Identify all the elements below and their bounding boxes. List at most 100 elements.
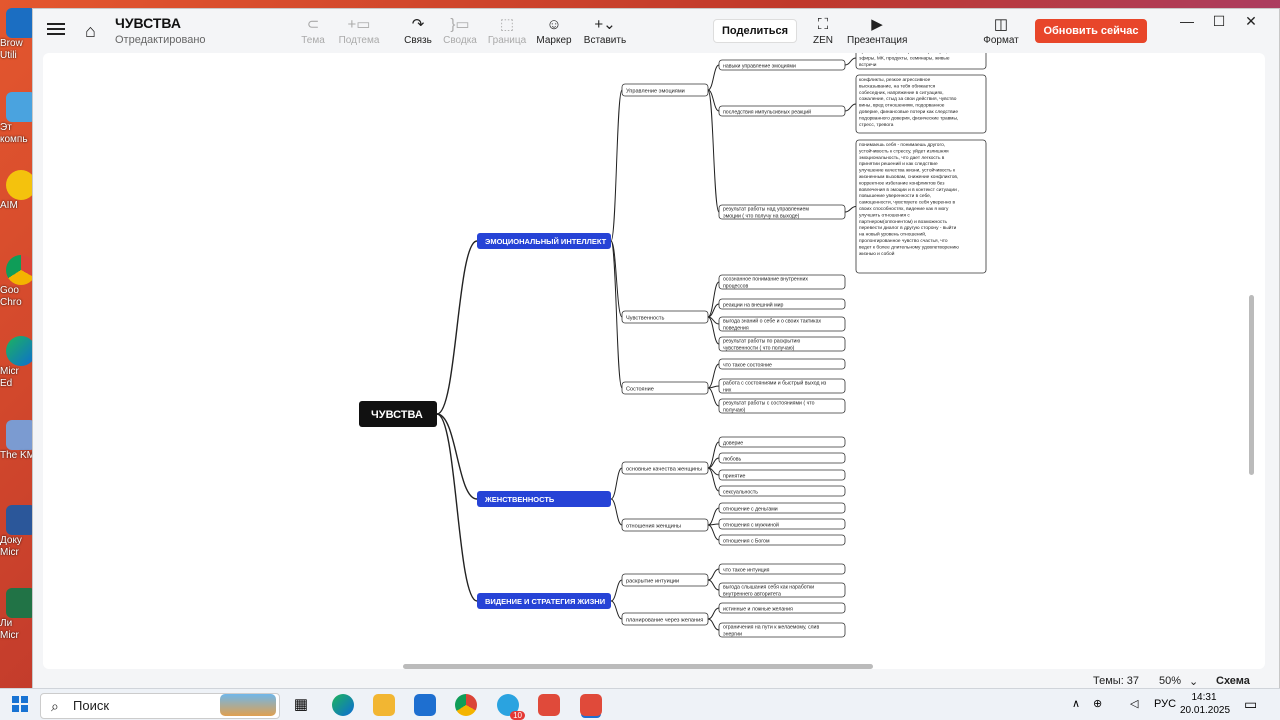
leaf-topic-label: чувственности ( что получаю) — [723, 345, 795, 351]
window-controls: — ☐ ✕ — [1171, 13, 1267, 30]
desktop-icon-label: Ли — [0, 618, 13, 629]
search-highlight-image[interactable] — [220, 694, 276, 716]
note-topic-label: улучшить отношения с — [859, 213, 910, 218]
subtopic-label: основные качества женщины — [626, 467, 702, 473]
presentation-label: Презентация — [847, 35, 908, 46]
branch-topic-label: ВИДЕНИЕ И СТРАТЕГИЯ ЖИЗНИ — [485, 597, 605, 606]
share-button[interactable]: Поделиться — [713, 19, 797, 43]
connector-line — [707, 363, 720, 389]
note-topic-label: конфликты, резкое агрессивное — [859, 77, 931, 83]
vertical-scrollbar[interactable] — [1249, 295, 1254, 475]
leaf-topic-label: последствия импульсивных реакций — [723, 109, 811, 116]
note-topic-label: вовлечения в эмоции и в контекст ситуаци… — [859, 188, 959, 193]
leaf-topic-label: эмоции ( что получу на выходе) — [723, 213, 800, 219]
note-topic-label: практики, статьи, конкретные примеры, — [859, 53, 947, 55]
connector-line — [436, 413, 478, 500]
notifications-icon[interactable]: ▭ — [1244, 696, 1257, 713]
clock-time: 14:31 — [1191, 692, 1217, 703]
maximize-icon[interactable]: ☐ — [1203, 13, 1235, 30]
connector-line — [610, 600, 623, 620]
mail-icon[interactable] — [414, 694, 436, 716]
note-topic-label: понимаешь себя - понимаешь другого, — [859, 142, 945, 148]
desktop-icon-excel[interactable]: Ли Micr — [0, 588, 36, 642]
network-icon[interactable]: ⊕ — [1093, 697, 1102, 710]
mindmap[interactable]: ЧУВСТВА ЭМОЦИОНАЛЬНЫЙ ИНТЕЛЛЕКТ Управление… — [43, 53, 1265, 669]
xmind-active-icon[interactable] — [580, 694, 602, 716]
desktop-icon-the-km[interactable]: The KM — [0, 420, 36, 462]
windows-start-icon[interactable] — [12, 696, 28, 712]
mindmap-canvas[interactable]: ЧУВСТВА ЭМОЦИОНАЛЬНЫЙ ИНТЕЛЛЕКТ Управление… — [43, 53, 1265, 669]
presentation-button[interactable]: ▶ Презентация — [847, 15, 907, 46]
zen-label: ZEN — [813, 35, 833, 46]
desktop-icon-word[interactable]: Доку Micr — [0, 505, 36, 559]
xmind-icon[interactable] — [538, 694, 560, 716]
desktop-icon-label: Utili — [0, 50, 17, 61]
note-topic-label: сожаление, стыд за свои действия, чувств… — [859, 95, 957, 102]
clock-date: 20.01.2025 — [1180, 705, 1231, 716]
connector-line — [436, 240, 478, 415]
desktop-icon-label: Micr — [0, 630, 19, 641]
note-topic-label: эмоциональность, что дает легкость в — [859, 156, 945, 161]
root-topic-label: ЧУВСТВА — [371, 409, 423, 421]
leaf-topic-label: отношения с мужчиной — [723, 522, 779, 529]
connector-line — [610, 498, 623, 526]
minimize-icon[interactable]: — — [1171, 13, 1203, 29]
note-topic-label: доверие, финансовые потери как следствие — [859, 109, 958, 115]
chevron-up-icon[interactable]: ∧ — [1072, 697, 1080, 710]
desktop-icon-strip: Brow Utili Эт компь AIM Goo Chro Micr Ed… — [0, 0, 36, 690]
connector-line — [844, 103, 857, 112]
close-icon[interactable]: ✕ — [1235, 13, 1267, 30]
leaf-topic-label: отношения с Богом — [723, 539, 770, 545]
desktop-icon-label: компь — [0, 134, 28, 145]
connector-line — [436, 413, 478, 602]
chevron-down-icon[interactable]: ⌄ — [1189, 675, 1198, 688]
branch-topic-label: ЭМОЦИОНАЛЬНЫЙ ИНТЕЛЛЕКТ — [485, 237, 607, 246]
leaf-topic-label: истинные и ложные желания — [723, 607, 793, 613]
insert-button[interactable]: +⌄ Вставить — [575, 15, 635, 46]
edge-icon[interactable] — [332, 694, 354, 716]
leaf-topic-label: процессов — [723, 283, 749, 289]
home-icon[interactable]: ⌂ — [85, 21, 96, 42]
desktop-icon-label: Эт — [0, 122, 12, 133]
subtopic-button[interactable]: +▭ Подтема — [329, 15, 389, 46]
language-indicator[interactable]: РУС — [1154, 698, 1176, 710]
telegram-icon[interactable]: 10 — [497, 694, 525, 720]
note-topic-label: партнером(оппонентом) и возможность — [859, 219, 947, 225]
chrome-icon[interactable] — [455, 694, 477, 716]
desktop-icon-label: The KM — [0, 450, 36, 461]
subtopic-label: Состояние — [626, 387, 654, 393]
desktop-icon-edge[interactable]: Micr Ed — [0, 336, 36, 390]
desktop-icon-aimp[interactable]: AIM — [0, 170, 36, 212]
note-topic-label: своих способностях, видение как я могу — [859, 206, 949, 212]
zoom-level[interactable]: 50% — [1159, 675, 1181, 687]
note-topic-label: пролонгированное чувство счастья, что — [859, 239, 948, 244]
desktop-icon-chrome[interactable]: Goo Chro — [0, 255, 36, 309]
view-mode[interactable]: Схема — [1216, 675, 1250, 687]
leaf-topic-label: них — [723, 387, 732, 393]
file-explorer-icon[interactable] — [373, 694, 395, 716]
format-button[interactable]: ◫ Формат — [971, 15, 1031, 46]
task-view-icon[interactable]: ▦ — [290, 694, 312, 716]
horizontal-scrollbar[interactable] — [403, 664, 873, 669]
leaf-topic-label: результат работы над управлением — [723, 207, 809, 213]
search-icon: ⌕ — [51, 698, 59, 714]
insert-label: Вставить — [583, 35, 627, 46]
search-placeholder: Поиск — [73, 698, 110, 713]
leaf-topic-label: реакции на внешний мир — [723, 302, 784, 309]
update-now-button[interactable]: Обновить сейчас — [1035, 19, 1147, 43]
desktop-icon-label: Micr — [0, 547, 19, 558]
leaf-topic-label: сексуальность — [723, 490, 758, 496]
hamburger-menu-icon[interactable] — [47, 21, 65, 37]
desktop-icon-label: Ed — [0, 378, 13, 389]
desktop-icon-this-pc[interactable]: Эт компь — [0, 92, 36, 146]
desktop-icon-browser-utility[interactable]: Brow Utili — [0, 8, 36, 62]
leaf-topic-label: что такое состояние — [723, 363, 772, 369]
connector-line — [707, 89, 720, 213]
taskbar: ⌕ Поиск ▦ 10 ∧ ⊕ ◁ РУС 14:31 20.01.2025 … — [0, 688, 1280, 720]
clock[interactable]: 14:31 20.01.2025 — [1180, 691, 1231, 717]
zen-button[interactable]: ⛶ ZEN — [793, 15, 853, 46]
leaf-topic-label: доверие — [723, 441, 743, 447]
connector-line — [707, 524, 720, 541]
volume-icon[interactable]: ◁ — [1130, 697, 1138, 710]
note-topic-label: подорванного доверия, физические травмы, — [859, 115, 958, 121]
